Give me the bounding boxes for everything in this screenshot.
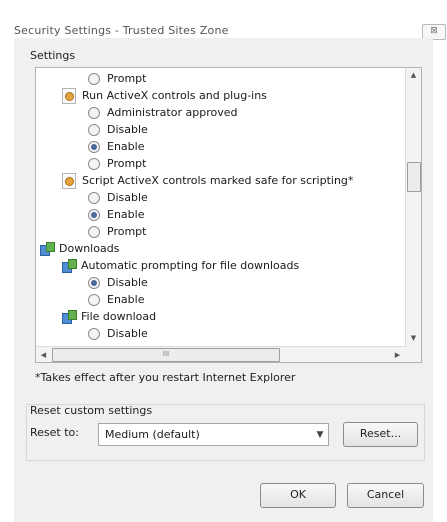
scroll-right-icon[interactable]: ▶ bbox=[390, 351, 405, 359]
setting-label: Prompt bbox=[107, 72, 147, 85]
setting-option[interactable]: Prompt bbox=[88, 70, 146, 87]
radio-button[interactable] bbox=[88, 123, 100, 136]
setting-label: Enable bbox=[107, 140, 145, 153]
radio-button[interactable] bbox=[88, 157, 100, 170]
setting-option[interactable]: Disable bbox=[88, 325, 148, 342]
downloads-icon bbox=[40, 242, 55, 256]
radio-button[interactable] bbox=[88, 276, 100, 289]
setting-label: Disable bbox=[107, 191, 148, 204]
setting-label: Enable bbox=[107, 293, 145, 306]
vertical-scroll-thumb[interactable] bbox=[407, 162, 421, 192]
reset-group-label: Reset custom settings bbox=[30, 404, 153, 417]
setting-heading: Run ActiveX controls and plug-ins bbox=[62, 87, 267, 104]
setting-label: Disable bbox=[107, 327, 148, 340]
setting-label: Prompt bbox=[107, 225, 147, 238]
setting-category: Downloads bbox=[40, 240, 119, 257]
setting-option[interactable]: Enable bbox=[88, 138, 144, 155]
radio-button[interactable] bbox=[88, 293, 100, 306]
radio-button[interactable] bbox=[88, 72, 100, 85]
reset-to-label: Reset to: bbox=[30, 426, 79, 439]
ok-button[interactable]: OK bbox=[260, 483, 336, 508]
radio-button[interactable] bbox=[88, 225, 100, 238]
cancel-button[interactable]: Cancel bbox=[347, 483, 424, 508]
radio-button[interactable] bbox=[88, 140, 100, 153]
setting-option[interactable]: Disable bbox=[88, 274, 148, 291]
reset-button[interactable]: Reset... bbox=[343, 422, 418, 447]
radio-button[interactable] bbox=[88, 191, 100, 204]
page-icon bbox=[62, 87, 76, 104]
setting-heading: Automatic prompting for file downloads bbox=[62, 257, 299, 274]
setting-heading: Script ActiveX controls marked safe for … bbox=[62, 172, 353, 189]
reset-level-value: Medium (default) bbox=[105, 428, 200, 441]
setting-label: Script ActiveX controls marked safe for … bbox=[82, 174, 354, 187]
setting-option[interactable]: Enable bbox=[88, 206, 144, 223]
window-title: Security Settings - Trusted Sites Zone bbox=[14, 24, 229, 37]
setting-heading: File download bbox=[62, 308, 156, 325]
setting-option[interactable]: Administrator approved bbox=[88, 104, 237, 121]
setting-option[interactable]: Enable bbox=[88, 291, 144, 308]
horizontal-scrollbar[interactable]: ◀ III ▶ bbox=[36, 346, 406, 362]
radio-button[interactable] bbox=[88, 106, 100, 119]
scroll-left-icon[interactable]: ◀ bbox=[36, 351, 51, 359]
horizontal-scroll-thumb[interactable]: III bbox=[52, 348, 280, 362]
vertical-scrollbar[interactable]: ▲ ▼ bbox=[405, 68, 421, 362]
setting-label: Administrator approved bbox=[107, 106, 238, 119]
setting-label: Automatic prompting for file downloads bbox=[81, 259, 300, 272]
setting-label: Downloads bbox=[59, 242, 120, 255]
setting-option[interactable]: Disable bbox=[88, 189, 148, 206]
settings-group-label: Settings bbox=[30, 49, 76, 62]
setting-label: Disable bbox=[107, 276, 148, 289]
setting-label: File download bbox=[81, 310, 157, 323]
chevron-down-icon[interactable]: ▼ bbox=[312, 430, 328, 440]
scroll-up-icon[interactable]: ▲ bbox=[406, 71, 421, 79]
scroll-down-icon[interactable]: ▼ bbox=[406, 334, 421, 342]
radio-button[interactable] bbox=[88, 327, 100, 340]
downloads-icon bbox=[62, 259, 77, 273]
scroll-corner bbox=[406, 347, 421, 362]
title-bar: Security Settings - Trusted Sites Zone ⊠ bbox=[0, 0, 447, 40]
page-icon bbox=[62, 172, 76, 189]
downloads-icon bbox=[62, 310, 77, 324]
setting-label: Prompt bbox=[107, 157, 147, 170]
setting-option[interactable]: Prompt bbox=[88, 155, 146, 172]
reset-level-dropdown[interactable]: Medium (default) ▼ bbox=[98, 423, 329, 446]
radio-button[interactable] bbox=[88, 208, 100, 221]
setting-label: Disable bbox=[107, 123, 148, 136]
setting-option[interactable]: Prompt bbox=[88, 223, 146, 240]
setting-option[interactable]: Disable bbox=[88, 121, 148, 138]
settings-list[interactable]: Prompt Run ActiveX controls and plug-ins A… bbox=[35, 67, 422, 363]
setting-label: Enable bbox=[107, 208, 145, 221]
restart-note: *Takes effect after you restart Internet… bbox=[35, 371, 296, 384]
setting-label: Run ActiveX controls and plug-ins bbox=[82, 89, 267, 102]
